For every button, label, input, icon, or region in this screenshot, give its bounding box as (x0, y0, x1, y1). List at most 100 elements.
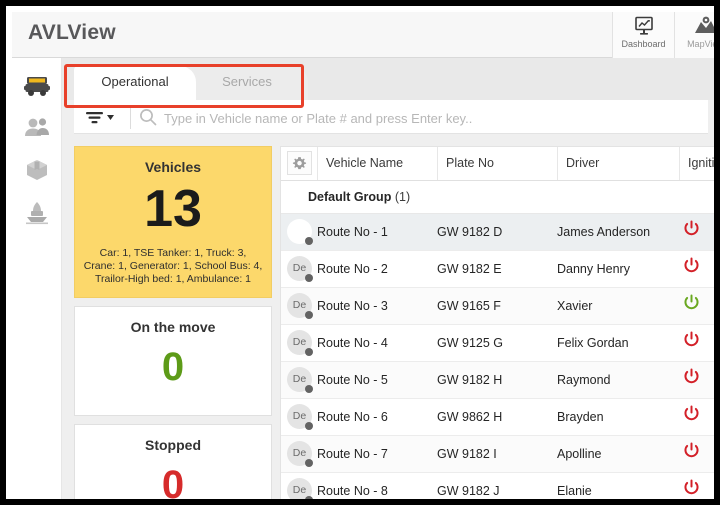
cell-plate-no: GW 9182 E (437, 262, 502, 276)
tab-services[interactable]: Services (186, 66, 308, 100)
stat-card-title: On the move (130, 319, 216, 335)
vehicle-table: Vehicle Name Plate No Driver Ignition De… (280, 146, 714, 499)
cell-ignition[interactable] (679, 473, 714, 499)
top-header-bar: AVLView Dashboard MapVie (12, 12, 718, 58)
toolbar-divider (130, 105, 131, 129)
cell-ignition[interactable] (679, 214, 714, 250)
main-content: Operational Services Type in Vehicle nam… (62, 58, 714, 505)
app-window: AVLView Dashboard MapVie Operational Ser… (0, 0, 720, 505)
cell-plate-no: GW 9182 I (437, 447, 497, 461)
power-off-icon (683, 215, 700, 250)
table-row[interactable]: De Route No - 7 GW 9182 I Apolline (281, 436, 714, 473)
cell-ignition[interactable] (679, 288, 714, 324)
vehicles-count-value: 13 (144, 180, 202, 238)
status-dot (305, 422, 313, 430)
stat-card-vehicles[interactable]: Vehicles 13 Car: 1, TSE Tanker: 1, Truck… (74, 146, 272, 298)
cell-vehicle-name: Route No - 6 (317, 410, 388, 424)
vehicles-breakdown-text: Car: 1, TSE Tanker: 1, Truck: 3, Crane: … (83, 247, 263, 285)
table-row[interactable]: De Route No - 6 GW 9862 H Brayden (281, 399, 714, 436)
cell-driver: Raymond (557, 373, 611, 387)
cell-driver: Apolline (557, 447, 602, 461)
table-row[interactable]: Route No - 1 GW 9182 D James Anderson (281, 214, 714, 251)
box-icon (27, 160, 47, 180)
sidebar-item-assets[interactable] (21, 156, 53, 188)
sidebar-item-drivers[interactable] (21, 114, 53, 146)
dashboard-monitor-icon (613, 16, 674, 38)
table-row[interactable]: De Route No - 2 GW 9182 E Danny Henry (281, 251, 714, 288)
header-tool-dashboard[interactable]: Dashboard (612, 12, 674, 58)
power-off-icon (683, 474, 700, 499)
cell-driver: Felix Gordan (557, 336, 629, 350)
column-header-driver[interactable]: Driver (557, 147, 679, 180)
table-row[interactable]: De Route No - 4 GW 9125 G Felix Gordan (281, 325, 714, 362)
cell-plate-no: GW 9182 J (437, 484, 500, 498)
power-off-icon (683, 437, 700, 472)
gear-icon (292, 157, 307, 170)
stat-card-title: Vehicles (144, 159, 202, 175)
sidebar-item-vehicles[interactable] (21, 72, 53, 104)
sidebar-item-vessels[interactable] (21, 198, 53, 230)
search-input[interactable] (162, 106, 696, 130)
cell-driver: Danny Henry (557, 262, 630, 276)
status-dot (305, 311, 313, 319)
cell-ignition[interactable] (679, 436, 714, 472)
stat-card-stopped[interactable]: Stopped 0 (74, 424, 272, 505)
stat-card-column: Vehicles 13 Car: 1, TSE Tanker: 1, Truck… (74, 146, 272, 505)
power-off-icon (683, 363, 700, 398)
table-group-row[interactable]: Default Group (1) (281, 181, 714, 214)
cell-plate-no: GW 9165 F (437, 299, 501, 313)
table-settings-button[interactable] (287, 151, 312, 175)
table-row[interactable]: De Route No - 8 GW 9182 J Elanie (281, 473, 714, 499)
column-header-vehicle-name[interactable]: Vehicle Name (317, 147, 437, 180)
stat-card-on-the-move[interactable]: On the move 0 (74, 306, 272, 416)
power-off-icon (683, 326, 700, 361)
map-pin-icon (675, 16, 714, 38)
avatar: De (287, 478, 312, 499)
cell-driver: James Anderson (557, 225, 651, 239)
cell-ignition[interactable] (679, 362, 714, 398)
power-off-icon (683, 400, 700, 435)
cell-ignition[interactable] (679, 399, 714, 435)
column-header-ignition[interactable]: Ignition (679, 147, 714, 180)
cell-vehicle-name: Route No - 4 (317, 336, 388, 350)
truck-icon (24, 77, 50, 96)
on-the-move-count-value: 0 (161, 345, 185, 389)
power-on-icon (683, 289, 700, 324)
status-dot (305, 496, 313, 499)
table-row[interactable]: De Route No - 3 GW 9165 F Xavier (281, 288, 714, 325)
cell-driver: Brayden (557, 410, 604, 424)
cell-ignition[interactable] (679, 325, 714, 361)
status-dot (305, 459, 313, 467)
cell-plate-no: GW 9182 D (437, 225, 503, 239)
left-icon-rail (12, 58, 62, 499)
header-tool-label: Dashboard (621, 39, 666, 49)
header-tool-label: MapView (687, 39, 718, 49)
search-toolbar (74, 100, 708, 134)
table-row[interactable]: De Route No - 5 GW 9182 H Raymond (281, 362, 714, 399)
tab-operational[interactable]: Operational (74, 66, 196, 100)
group-name: Default Group (308, 190, 392, 204)
status-dot (305, 237, 313, 245)
header-tool-mapview[interactable]: MapView (674, 12, 718, 58)
cell-plate-no: GW 9182 H (437, 373, 503, 387)
cell-vehicle-name: Route No - 8 (317, 484, 388, 498)
cell-driver: Elanie (557, 484, 592, 498)
status-dot (305, 274, 313, 282)
cell-driver: Xavier (557, 299, 593, 313)
filter-icon (86, 112, 103, 124)
group-count: (1) (394, 190, 411, 204)
boat-icon (26, 202, 48, 225)
caret-down-icon (107, 115, 114, 120)
magnifier-icon (138, 107, 158, 127)
power-off-icon (683, 252, 700, 287)
filter-button[interactable] (82, 106, 122, 128)
cell-plate-no: GW 9862 H (437, 410, 503, 424)
stat-card-title: Stopped (145, 437, 201, 453)
users-icon (25, 118, 49, 136)
status-dot (305, 385, 313, 393)
tab-strip: Operational Services (62, 58, 714, 100)
cell-vehicle-name: Route No - 1 (317, 225, 388, 239)
stopped-count-value: 0 (161, 463, 185, 505)
column-header-plate-no[interactable]: Plate No (437, 147, 557, 180)
cell-ignition[interactable] (679, 251, 714, 287)
